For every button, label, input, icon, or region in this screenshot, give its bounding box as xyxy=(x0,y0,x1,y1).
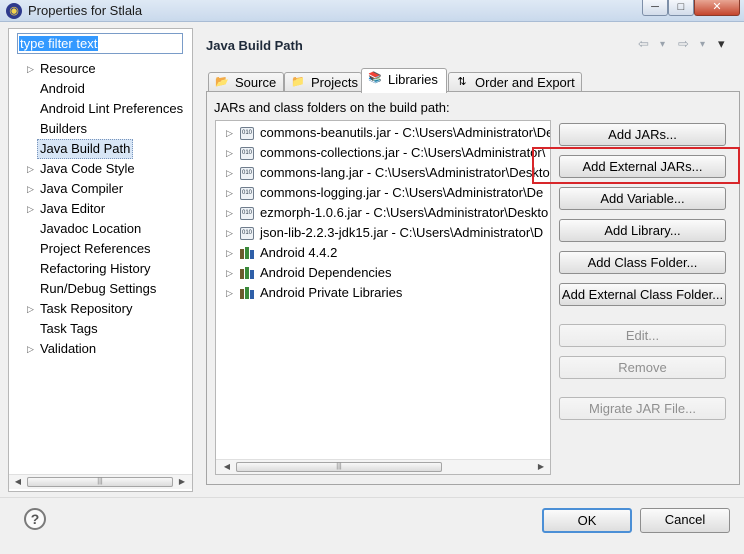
add-class-folder-button[interactable]: Add Class Folder... xyxy=(559,251,726,274)
maximize-button[interactable]: □ xyxy=(668,0,694,16)
eclipse-icon: ◉ xyxy=(6,3,22,19)
add-jars-button[interactable]: Add JARs... xyxy=(559,123,726,146)
jar-icon: 010 xyxy=(240,167,254,180)
jar-icon: 010 xyxy=(240,147,254,160)
library-icon xyxy=(240,267,255,279)
title-bar: ◉ Properties for Stlala ─ □ ✕ xyxy=(0,0,744,22)
list-horizontal-scrollbar[interactable]: ◀ ||| ▶ xyxy=(216,459,550,474)
build-path-list[interactable]: ▷ 010 commons-beanutils.jar - C:\Users\Adm… xyxy=(215,120,551,475)
expand-arrow-icon[interactable]: ▷ xyxy=(27,339,37,359)
tab-source[interactable]: 📂 Source xyxy=(208,72,284,92)
minimize-button[interactable]: ─ xyxy=(642,0,668,16)
remove-button[interactable]: Remove xyxy=(559,356,726,379)
add-variable-button[interactable]: Add Variable... xyxy=(559,187,726,210)
libraries-icon: 📚 xyxy=(368,72,382,84)
expand-arrow-icon[interactable]: ▷ xyxy=(226,223,236,243)
scroll-right-arrow-icon[interactable]: ▶ xyxy=(175,475,189,489)
jar-icon: 010 xyxy=(240,207,254,220)
order-export-icon: ⇅ xyxy=(457,76,467,88)
tab-projects[interactable]: 📁 Projects xyxy=(284,72,362,92)
properties-navigation-pane: type filter text ▷Resource Android Andro… xyxy=(8,28,193,492)
edit-button[interactable]: Edit... xyxy=(559,324,726,347)
expand-arrow-icon[interactable]: ▷ xyxy=(226,163,236,183)
expand-arrow-icon[interactable]: ▷ xyxy=(226,243,236,263)
cancel-button[interactable]: Cancel xyxy=(640,508,730,533)
expand-arrow-icon[interactable]: ▷ xyxy=(226,123,236,143)
expand-arrow-icon[interactable]: ▷ xyxy=(226,263,236,283)
folder-source-icon: 📂 xyxy=(215,76,229,88)
filter-selected-text: type filter text xyxy=(19,36,99,51)
view-menu-icon[interactable]: ▾ xyxy=(718,36,725,52)
page-title: Java Build Path xyxy=(206,38,303,53)
ok-button[interactable]: OK xyxy=(542,508,632,533)
scroll-left-arrow-icon[interactable]: ◀ xyxy=(11,475,25,489)
jar-icon: 010 xyxy=(240,227,254,240)
expand-arrow-icon[interactable]: ▷ xyxy=(27,179,37,199)
expand-arrow-icon[interactable]: ▷ xyxy=(226,203,236,223)
forward-arrow-icon[interactable]: ⇨ xyxy=(678,36,689,52)
close-button[interactable]: ✕ xyxy=(694,0,740,16)
expand-arrow-icon[interactable]: ▷ xyxy=(226,143,236,163)
scroll-thumb[interactable]: ||| xyxy=(27,477,173,487)
add-external-class-folder-button[interactable]: Add External Class Folder... xyxy=(559,283,726,306)
add-library-button[interactable]: Add Library... xyxy=(559,219,726,242)
expand-arrow-icon[interactable]: ▷ xyxy=(27,159,37,179)
scroll-left-arrow-icon[interactable]: ◀ xyxy=(220,460,234,474)
back-menu-icon[interactable]: ▾ xyxy=(660,39,665,50)
forward-menu-icon[interactable]: ▾ xyxy=(700,39,705,50)
projects-icon: 📁 xyxy=(291,76,305,88)
expand-arrow-icon[interactable]: ▷ xyxy=(226,283,236,303)
expand-arrow-icon[interactable]: ▷ xyxy=(27,299,37,319)
tab-libraries[interactable]: 📚 Libraries xyxy=(361,68,447,93)
library-icon xyxy=(240,287,255,299)
divider xyxy=(0,497,744,498)
library-icon xyxy=(240,247,255,259)
window-title: Properties for Stlala xyxy=(28,3,143,18)
jar-icon: 010 xyxy=(240,187,254,200)
left-horizontal-scrollbar[interactable]: ◀ ||| ▶ xyxy=(9,474,192,489)
scroll-right-arrow-icon[interactable]: ▶ xyxy=(534,460,548,474)
highlight-annotation xyxy=(532,147,740,184)
scroll-thumb[interactable]: ||| xyxy=(236,462,442,472)
help-icon[interactable]: ? xyxy=(24,508,46,530)
back-arrow-icon[interactable]: ⇦ xyxy=(638,36,649,52)
expand-arrow-icon[interactable]: ▷ xyxy=(27,59,37,79)
tab-order-and-export[interactable]: ⇅ Order and Export xyxy=(448,72,582,92)
migrate-jar-button[interactable]: Migrate JAR File... xyxy=(559,397,726,420)
jar-icon: 010 xyxy=(240,127,254,140)
expand-arrow-icon[interactable]: ▷ xyxy=(226,183,236,203)
section-label: JARs and class folders on the build path… xyxy=(214,100,450,115)
expand-arrow-icon[interactable]: ▷ xyxy=(27,199,37,219)
